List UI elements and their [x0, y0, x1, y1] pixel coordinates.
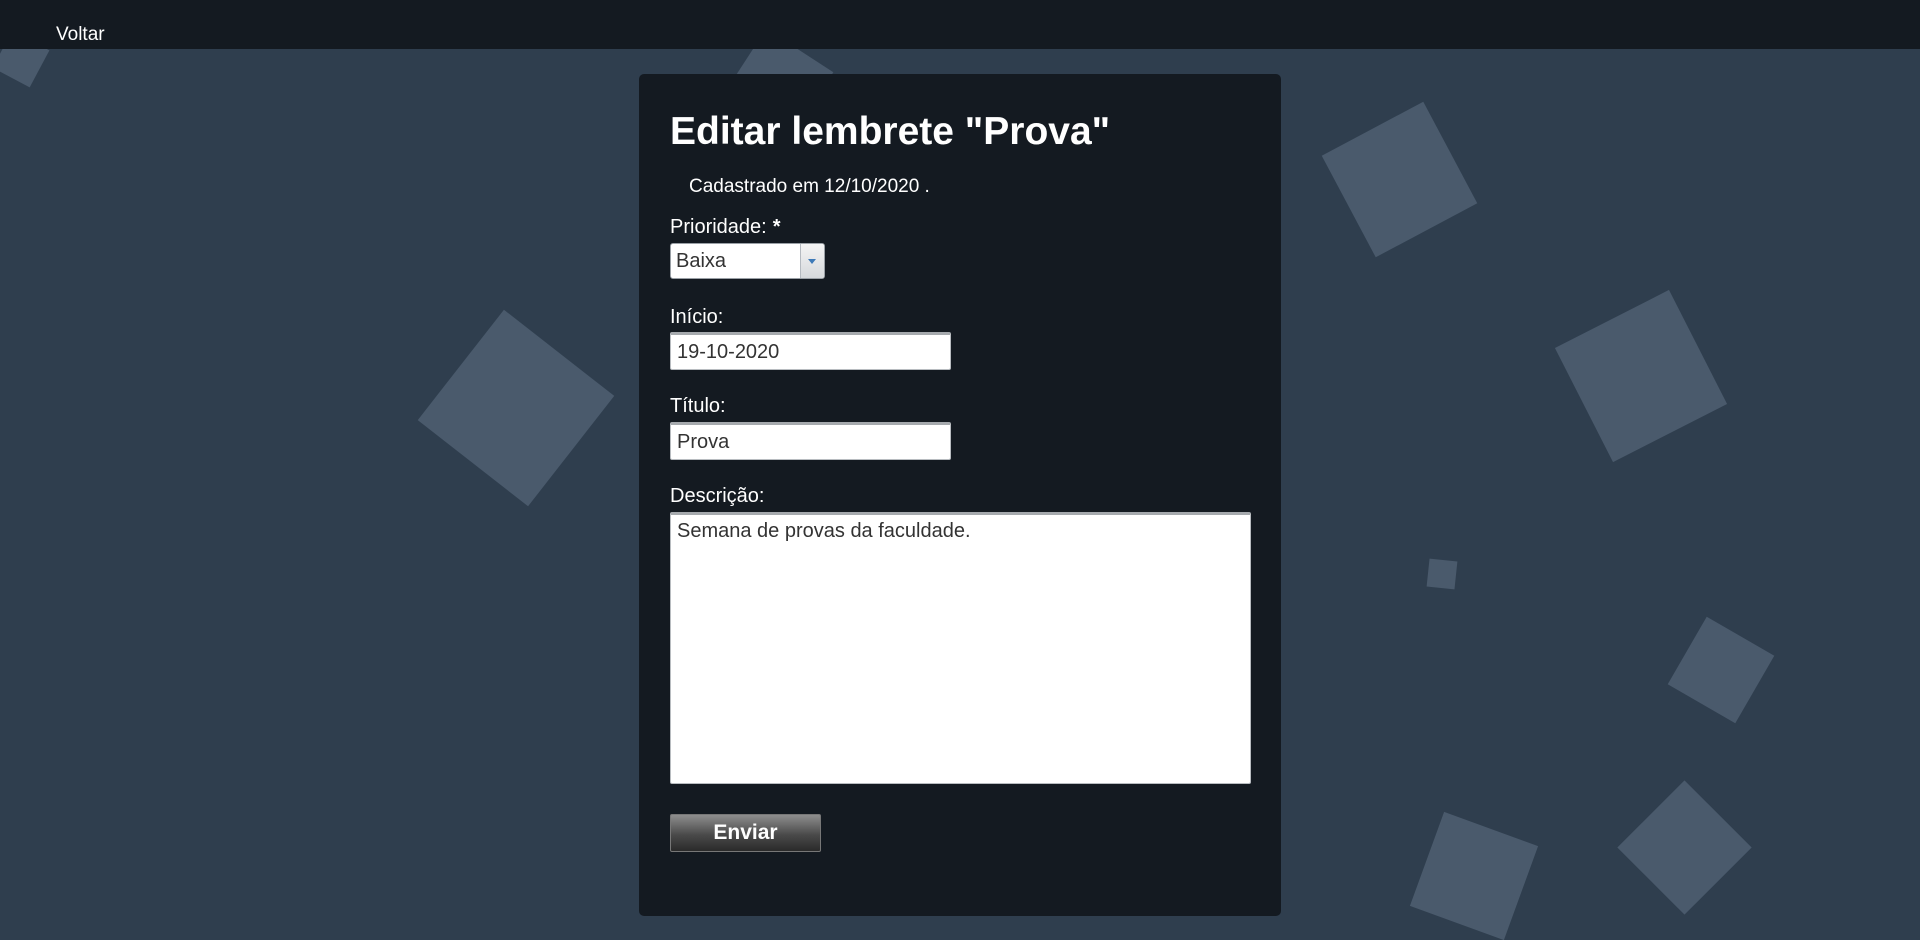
decor-square — [1426, 558, 1458, 590]
decor-square — [1554, 289, 1728, 463]
priority-select[interactable]: Baixa — [670, 243, 825, 279]
decor-square — [1617, 780, 1752, 915]
submit-button[interactable]: Enviar — [670, 814, 821, 852]
registered-date-text: Cadastrado em 12/10/2020 . — [689, 176, 930, 197]
decor-square — [1409, 811, 1539, 940]
chevron-down-icon[interactable] — [800, 244, 824, 278]
start-label: Início: — [670, 306, 724, 328]
title-input[interactable] — [670, 422, 951, 460]
start-date-input[interactable] — [670, 332, 951, 370]
required-mark: * — [772, 216, 781, 238]
back-link[interactable]: Voltar — [56, 24, 105, 46]
decor-square — [1667, 616, 1775, 724]
priority-label: Prioridade: * — [670, 216, 781, 239]
page-title: Editar lembrete "Prova" — [670, 110, 1111, 153]
title-label: Título: — [670, 395, 726, 417]
priority-selected-value: Baixa — [676, 250, 727, 272]
edit-reminder-card: Editar lembrete "Prova" Cadastrado em 12… — [639, 74, 1281, 916]
description-label: Descrição: — [670, 485, 765, 507]
top-navbar: Voltar — [0, 0, 1920, 49]
priority-label-text: Prioridade: — [670, 216, 767, 238]
decor-square — [417, 309, 615, 507]
decor-square — [1321, 101, 1478, 258]
description-textarea[interactable]: Semana de provas da faculdade. — [670, 512, 1251, 784]
